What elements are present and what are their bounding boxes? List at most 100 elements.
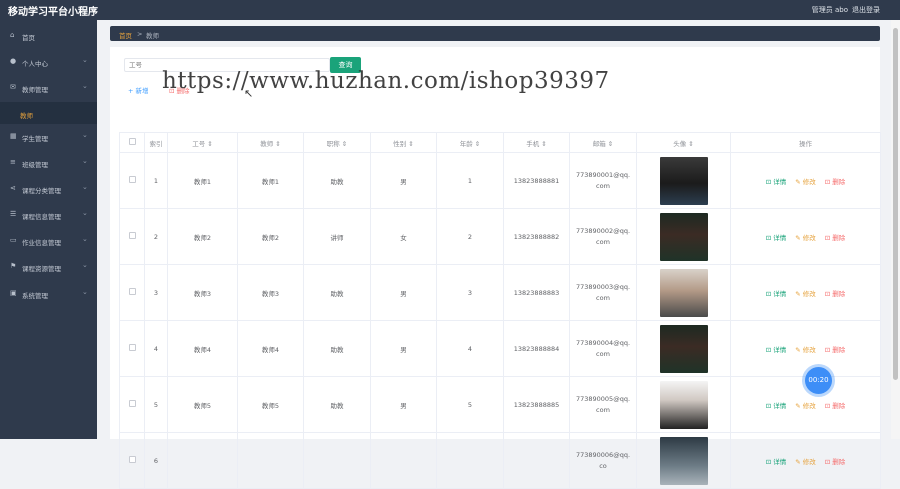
list-icon: ≡: [10, 158, 16, 166]
sidebar-item[interactable]: ▦ 学生管理 ⌄: [0, 126, 97, 148]
avatar-image[interactable]: [659, 212, 708, 261]
cell-age: 3: [436, 264, 504, 321]
row-select[interactable]: [119, 208, 145, 265]
row-select[interactable]: [119, 152, 145, 209]
cell-operations: ⊡ 详情 ✎ 修改 ⊡ 删除: [730, 320, 881, 377]
cell-email: 773890003@qq.com: [569, 264, 637, 321]
cell-operations: ⊡ 详情 ✎ 修改 ⊡ 删除: [730, 208, 881, 265]
chevron-down-icon: ⌄: [82, 131, 88, 139]
cell-gender: 男: [370, 152, 437, 209]
sidebar-item[interactable]: ● 个人中心 ⌄: [0, 51, 97, 73]
delete-button[interactable]: ⊡ 删除: [825, 458, 846, 466]
edit-button[interactable]: ✎ 修改: [795, 178, 816, 186]
column-header[interactable]: 手机 ⇕: [503, 132, 570, 153]
detail-button[interactable]: ⊡ 详情: [766, 346, 787, 354]
row-checkbox[interactable]: [128, 288, 136, 295]
row-checkbox[interactable]: [128, 176, 136, 183]
cell-index: 4: [144, 320, 168, 377]
table-row[interactable]: 4 教师4 教师4 助教男 4 13823888884 773890004@qq.com ⊡ …: [119, 320, 881, 377]
edit-button[interactable]: ✎ 修改: [795, 290, 816, 298]
delete-button[interactable]: ⊡ 删除: [825, 234, 846, 242]
current-user: 管理员 abo: [811, 6, 848, 14]
table-row[interactable]: 3 教师3 教师3 助教男 3 13823888883 773890003@qq.com ⊡ …: [119, 264, 881, 321]
cell-phone: 13823888883: [503, 264, 570, 321]
edit-button[interactable]: ✎ 修改: [795, 458, 816, 466]
edit-button[interactable]: ✎ 修改: [795, 234, 816, 242]
add-button[interactable]: + 新增: [128, 85, 149, 95]
sidebar-item[interactable]: ▣ 系统管理 ⌄: [0, 283, 97, 305]
sidebar-item-label: 作业信息管理: [22, 239, 61, 247]
cell-name: 教师2: [237, 208, 304, 265]
row-select[interactable]: [119, 432, 145, 489]
column-header[interactable]: 职称 ⇕: [303, 132, 371, 153]
cell-avatar: [636, 208, 731, 265]
edit-button[interactable]: ✎ 修改: [795, 402, 816, 410]
breadcrumb-separator: >: [137, 30, 143, 38]
detail-button[interactable]: ⊡ 详情: [766, 458, 787, 466]
sidebar-item[interactable]: ≡ 班级管理 ⌄: [0, 152, 97, 174]
scrollbar-thumb[interactable]: [893, 28, 898, 380]
recording-timer[interactable]: 00:20: [805, 367, 832, 394]
chevron-down-icon: ⌄: [82, 56, 88, 64]
row-checkbox[interactable]: [128, 232, 136, 239]
sidebar-subitem-teacher[interactable]: 教师: [0, 102, 97, 124]
cell-operations: ⊡ 详情 ✎ 修改 ⊡ 删除: [730, 432, 881, 489]
chevron-down-icon: ⌄: [82, 157, 88, 165]
detail-button[interactable]: ⊡ 详情: [766, 234, 787, 242]
cell-id: 教师3: [167, 264, 238, 321]
cell-avatar: [636, 320, 731, 377]
sidebar-item[interactable]: ▭ 作业信息管理 ⌄: [0, 230, 97, 252]
table-row[interactable]: 6 773890006@qq.co ⊡ 详情 ✎ 修改 ⊡ 删除: [119, 432, 881, 489]
mail-icon: ✉: [10, 83, 16, 91]
avatar-image[interactable]: [659, 156, 708, 205]
avatar-image[interactable]: [659, 436, 708, 485]
column-header[interactable]: 头像 ⇕: [636, 132, 731, 153]
delete-button[interactable]: ⊡ 删除: [825, 290, 846, 298]
column-header: 索引: [144, 132, 168, 153]
detail-button[interactable]: ⊡ 详情: [766, 402, 787, 410]
row-checkbox[interactable]: [128, 456, 136, 463]
sidebar-item[interactable]: ✉ 教师管理 ⌄: [0, 77, 97, 99]
app-title: 移动学习平台小程序: [8, 7, 98, 18]
column-header[interactable]: 教师 ⇕: [237, 132, 304, 153]
sidebar-item[interactable]: ☰ 课程信息管理 ⌄: [0, 204, 97, 226]
column-header[interactable]: 性别 ⇕: [370, 132, 437, 153]
breadcrumb-home[interactable]: 首页: [119, 30, 132, 40]
row-select[interactable]: [119, 264, 145, 321]
row-checkbox[interactable]: [128, 400, 136, 407]
cell-id: 教师1: [167, 152, 238, 209]
column-header[interactable]: 工号 ⇕: [167, 132, 238, 153]
sidebar-item-label: 系统管理: [22, 292, 48, 300]
sidebar-item-label: 首页: [22, 34, 35, 42]
cell-avatar: [636, 376, 731, 433]
cell-gender: [370, 432, 437, 489]
logout-link[interactable]: 退出登录: [852, 5, 880, 15]
column-header[interactable]: 邮箱 ⇕: [569, 132, 637, 153]
column-header[interactable]: 年龄 ⇕: [436, 132, 504, 153]
user-icon: ●: [10, 57, 17, 65]
delete-button[interactable]: ⊡ 删除: [825, 178, 846, 186]
edit-button[interactable]: ✎ 修改: [795, 346, 816, 354]
sidebar-item[interactable]: ⚑ 课程资源管理 ⌄: [0, 256, 97, 278]
table-row[interactable]: 2 教师2 教师2 讲师女 2 13823888882 773890002@qq.com ⊡ …: [119, 208, 881, 265]
sidebar-item-label: 班级管理: [22, 161, 48, 169]
row-select[interactable]: [119, 320, 145, 377]
avatar-image[interactable]: [659, 380, 708, 429]
sidebar-item[interactable]: ⋖ 课程分类管理 ⌄: [0, 178, 97, 200]
table-row[interactable]: 1 教师1 教师1 助教男 1 13823888881 773890001@qq.com ⊡ …: [119, 152, 881, 209]
delete-button[interactable]: ⊡ 删除: [825, 346, 846, 354]
chevron-down-icon: ⌄: [82, 82, 88, 90]
table-row[interactable]: 5 教师5 教师5 助教男 5 13823888885 773890005@qq.com ⊡ …: [119, 376, 881, 433]
sidebar-item[interactable]: ⌂ 首页: [0, 25, 97, 47]
avatar-image[interactable]: [659, 324, 708, 373]
avatar-image[interactable]: [659, 268, 708, 317]
select-all-checkbox[interactable]: [128, 138, 136, 145]
row-select[interactable]: [119, 376, 145, 433]
header-select-all[interactable]: [119, 132, 145, 153]
cell-avatar: [636, 152, 731, 209]
cell-email: 773890004@qq.com: [569, 320, 637, 377]
row-checkbox[interactable]: [128, 344, 136, 351]
detail-button[interactable]: ⊡ 详情: [766, 178, 787, 186]
detail-button[interactable]: ⊡ 详情: [766, 290, 787, 298]
delete-button[interactable]: ⊡ 删除: [825, 402, 846, 410]
